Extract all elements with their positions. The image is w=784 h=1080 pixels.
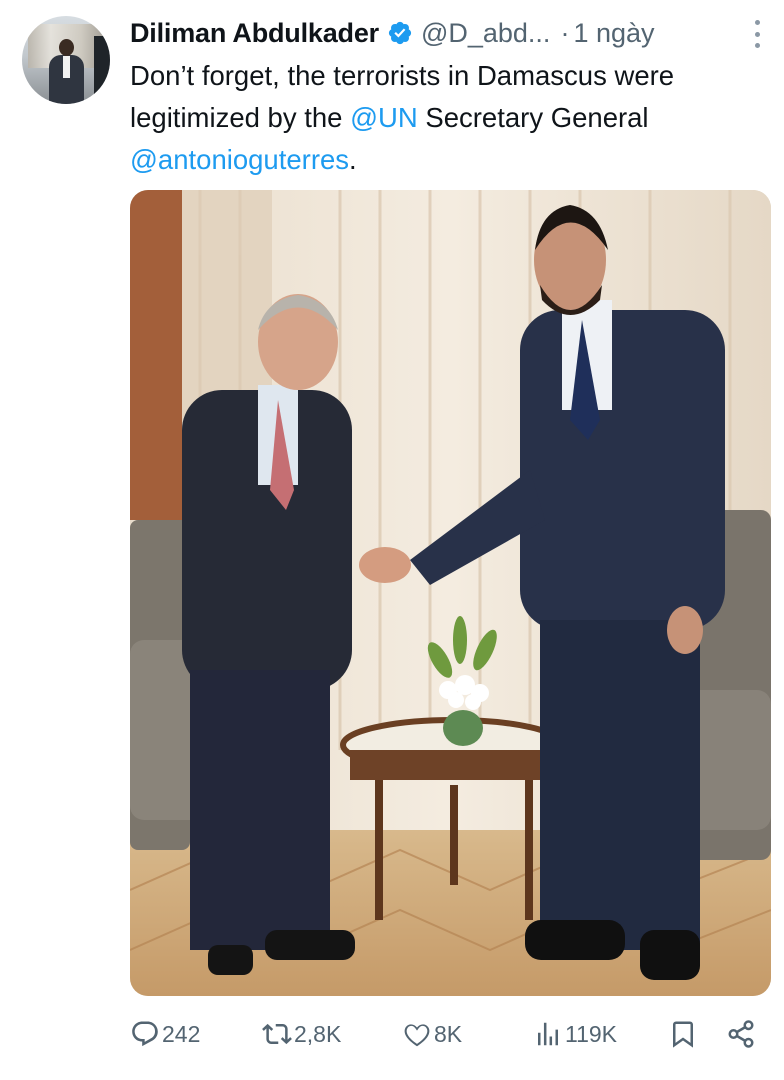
tweet-header: Diliman Abdulkader @D_abd... · 1 ngày	[130, 14, 764, 52]
mention-link-guterres[interactable]: @antonioguterres	[130, 144, 349, 175]
bookmark-button[interactable]	[668, 1012, 698, 1056]
mention-link-un[interactable]: @UN	[350, 102, 418, 133]
author-name[interactable]: Diliman Abdulkader	[130, 18, 379, 49]
reply-count: 242	[162, 1020, 201, 1047]
more-options-icon[interactable]	[752, 20, 762, 48]
repost-icon	[262, 1023, 292, 1045]
author-avatar[interactable]	[22, 16, 110, 104]
reply-button[interactable]: 242	[130, 1012, 200, 1056]
share-button[interactable]	[726, 1012, 756, 1056]
like-count: 8K	[434, 1020, 463, 1047]
bookmark-icon	[673, 1021, 693, 1048]
repost-button[interactable]: 2,8K	[262, 1012, 341, 1056]
tweet-text: Don’t forget, the terrorists in Damascus…	[130, 55, 775, 181]
tweet-actions-bar: 242 2,8K 8K 119K	[130, 1012, 770, 1056]
views-count: 119K	[565, 1020, 618, 1047]
reply-icon	[132, 1021, 158, 1047]
tweet-text-end: .	[349, 144, 357, 175]
tweet-photo[interactable]	[130, 190, 771, 996]
tweet-text-part: Secretary General	[417, 102, 649, 133]
separator-dot: ·	[560, 17, 570, 48]
views-button[interactable]: 119K	[533, 1012, 617, 1056]
tweet-timestamp[interactable]: 1 ngày	[573, 18, 654, 49]
author-handle[interactable]: @D_abd...	[421, 18, 550, 49]
share-icon	[728, 1020, 754, 1048]
heart-icon	[404, 1024, 430, 1047]
verified-badge-icon	[388, 21, 412, 45]
like-button[interactable]: 8K	[402, 1012, 462, 1056]
repost-count: 2,8K	[294, 1020, 342, 1047]
views-icon	[538, 1022, 558, 1046]
